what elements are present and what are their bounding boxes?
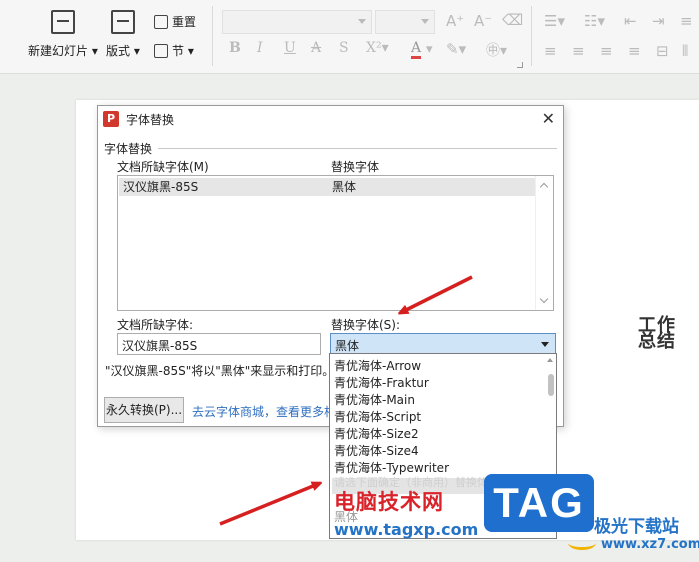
arrow-to-font-list (219, 484, 318, 526)
arrow-to-replace-label (402, 275, 473, 312)
annotation-arrows (219, 275, 473, 526)
